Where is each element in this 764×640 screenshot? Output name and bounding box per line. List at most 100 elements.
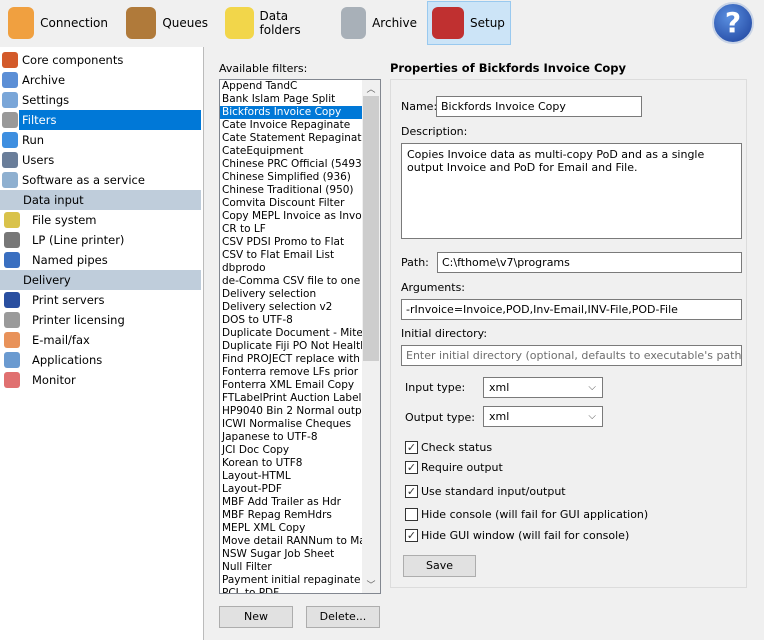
sidebar-item-label: Core components — [22, 53, 124, 67]
filter-list-item[interactable]: Cate Invoice Repaginate — [220, 119, 362, 132]
checkmark-icon[interactable]: ✓ — [405, 441, 418, 454]
filter-list-item[interactable]: Delivery selection — [220, 288, 362, 301]
filter-list-item[interactable]: de-Comma CSV file to one line — [220, 275, 362, 288]
name-input[interactable]: Bickfords Invoice Copy — [436, 96, 642, 117]
output-type-value: xml — [489, 410, 510, 423]
filter-list-item[interactable]: Layout-HTML — [220, 470, 362, 483]
sidebar-item-users[interactable]: Users — [0, 150, 201, 170]
sidebar-item-run[interactable]: Run — [0, 130, 201, 150]
arguments-input[interactable]: -rInvoice=Invoice,POD,Inv-Email,INV-File… — [401, 299, 742, 320]
checkmark-icon[interactable]: ✓ — [405, 485, 418, 498]
filter-list-item[interactable]: ICWI Normalise Cheques — [220, 418, 362, 431]
toolbar-data-folders-button[interactable]: Data folders — [221, 1, 329, 45]
sidebar-item-named-pipes[interactable]: Named pipes — [0, 250, 201, 270]
sidebar-item-label: Named pipes — [32, 253, 108, 267]
filter-list-item[interactable]: Find PROJECT replace with St — [220, 353, 362, 366]
sidebar-item-archive[interactable]: Archive — [0, 70, 201, 90]
filter-list-item[interactable]: Japanese to UTF-8 — [220, 431, 362, 444]
toolbar-setup-button[interactable]: Setup — [427, 1, 511, 45]
filter-list-item[interactable]: PCL to PDF — [220, 587, 362, 593]
description-textarea[interactable]: Copies Invoice data as multi-copy PoD an… — [401, 143, 742, 239]
filter-list-item[interactable]: FTLabelPrint Auction Label to — [220, 392, 362, 405]
filter-list-item[interactable]: Chinese Traditional (950) — [220, 184, 362, 197]
toolbar-archive-button[interactable]: Archive — [337, 1, 421, 45]
core-components-icon — [2, 52, 18, 68]
require-output-checkbox[interactable]: ✓ Require output — [405, 461, 503, 474]
checkmark-icon[interactable]: ✓ — [405, 461, 418, 474]
sidebar-item-lp-line-printer[interactable]: LP (Line printer) — [0, 230, 201, 250]
filter-list-item[interactable]: Cate Statement Repaginate and — [220, 132, 362, 145]
sidebar-section-delivery: Delivery — [0, 270, 201, 290]
filter-list-item[interactable]: Move detail RANNum to Mast — [220, 535, 362, 548]
filter-list-item[interactable]: Append TandC — [220, 80, 362, 93]
output-type-select[interactable]: xml ⌵ — [483, 406, 603, 427]
filter-list-item[interactable]: CSV PDSI Promo to Flat — [220, 236, 362, 249]
printer-icon — [4, 312, 20, 328]
filter-list-item[interactable]: CateEquipment — [220, 145, 362, 158]
filter-list-item[interactable]: Payment initial repaginate — [220, 574, 362, 587]
filter-list-item[interactable]: Delivery selection v2 — [220, 301, 362, 314]
help-button[interactable]: ? — [712, 2, 754, 44]
scroll-down-icon[interactable]: ﹀ — [362, 578, 380, 594]
sidebar-item-label: E-mail/fax — [32, 333, 90, 347]
filters-listbox[interactable]: Append TandC Bank Islam Page Split Bickfor… — [219, 79, 381, 594]
sidebar-item-monitor[interactable]: Monitor — [0, 370, 201, 390]
filter-list-item[interactable]: NSW Sugar Job Sheet — [220, 548, 362, 561]
sidebar-item-core-components[interactable]: Core components — [0, 50, 201, 70]
sidebar-item-e-mail-fax[interactable]: E-mail/fax — [0, 330, 201, 350]
scroll-up-icon[interactable]: ︿ — [362, 82, 380, 98]
available-filters-label: Available filters: — [219, 62, 308, 75]
filter-list-item[interactable]: MBF Repag RemHdrs — [220, 509, 362, 522]
hide-console-will-fail-for-gui-checkbox[interactable]: Hide console (will fail for GUI applicat… — [405, 508, 648, 521]
input-type-select[interactable]: xml ⌵ — [483, 377, 603, 398]
sidebar-item-settings[interactable]: Settings — [0, 90, 201, 110]
input-type-value: xml — [489, 381, 510, 394]
filter-list-item[interactable]: Duplicate Fiji PO Not Health — [220, 340, 362, 353]
sidebar-item-printer-licensing[interactable]: Printer licensing — [0, 310, 201, 330]
filter-list-item[interactable]: JCI Doc Copy — [220, 444, 362, 457]
filter-list-item[interactable]: Null Filter — [220, 561, 362, 574]
filter-list-item[interactable]: MEPL XML Copy — [220, 522, 362, 535]
path-input[interactable]: C:\fthome\v7\programs — [437, 252, 742, 273]
filter-list-item[interactable]: dbprodo — [220, 262, 362, 275]
delete-button[interactable]: Delete... — [306, 606, 380, 628]
check-status-checkbox[interactable]: ✓ Check status — [405, 441, 492, 454]
filter-list-item[interactable]: MBF Add Trailer as Hdr — [220, 496, 362, 509]
sidebar-item-filters[interactable]: Filters — [0, 110, 201, 130]
sidebar-item-applications[interactable]: Applications — [0, 350, 201, 370]
sidebar-item-software-as-a-service[interactable]: Software as a service — [0, 170, 201, 190]
filter-list-item[interactable]: Chinese Simplified (936) — [220, 171, 362, 184]
chevron-down-icon: ⌵ — [588, 382, 596, 393]
filter-list-item[interactable]: CR to LF — [220, 223, 362, 236]
filter-list-item[interactable]: Copy MEPL Invoice as Invoice — [220, 210, 362, 223]
initial-directory-input[interactable]: Enter initial directory (optional, defau… — [401, 345, 742, 366]
save-button[interactable]: Save — [403, 555, 476, 577]
filter-list-item[interactable]: Fonterra XML Email Copy — [220, 379, 362, 392]
filter-list-item[interactable]: Duplicate Document - Mitek — [220, 327, 362, 340]
checkbox-empty-icon[interactable] — [405, 508, 418, 521]
filter-list-item[interactable]: Fonterra remove LFs prior |C — [220, 366, 362, 379]
cloud-icon — [2, 172, 18, 188]
filter-list-item[interactable]: CSV to Flat Email List — [220, 249, 362, 262]
sidebar-item-file-system[interactable]: File system — [0, 210, 201, 230]
use-standard-input-output-checkbox[interactable]: ✓ Use standard input/output — [405, 485, 566, 498]
filter-list-item[interactable]: DOS to UTF-8 — [220, 314, 362, 327]
checkbox-label: Require output — [421, 461, 503, 474]
initial-directory-label: Initial directory: — [401, 327, 488, 340]
sidebar-item-print-servers[interactable]: Print servers — [0, 290, 201, 310]
filter-list-item[interactable]: Bickfords Invoice Copy — [220, 105, 363, 120]
filter-list-item[interactable]: Korean to UTF8 — [220, 457, 362, 470]
filter-list-item[interactable]: Chinese PRC Official (54936) — [220, 158, 362, 171]
filter-list-item[interactable]: Bank Islam Page Split — [220, 93, 362, 106]
toolbar-label: Queues — [162, 16, 208, 30]
checkmark-icon[interactable]: ✓ — [405, 529, 418, 542]
toolbar-queues-button[interactable]: Queues — [122, 1, 212, 45]
toolbar-connection-button[interactable]: Connection — [4, 1, 112, 45]
checkbox-label: Use standard input/output — [421, 485, 566, 498]
filter-list-item[interactable]: HP9040 Bin 2 Normal output — [220, 405, 362, 418]
scrollbar-thumb[interactable] — [363, 96, 379, 361]
hide-gui-window-will-fail-for--checkbox[interactable]: ✓ Hide GUI window (will fail for console) — [405, 529, 629, 542]
new-button[interactable]: New — [219, 606, 293, 628]
filter-list-item[interactable]: Layout-PDF — [220, 483, 362, 496]
filter-list-item[interactable]: Comvita Discount Filter — [220, 197, 362, 210]
